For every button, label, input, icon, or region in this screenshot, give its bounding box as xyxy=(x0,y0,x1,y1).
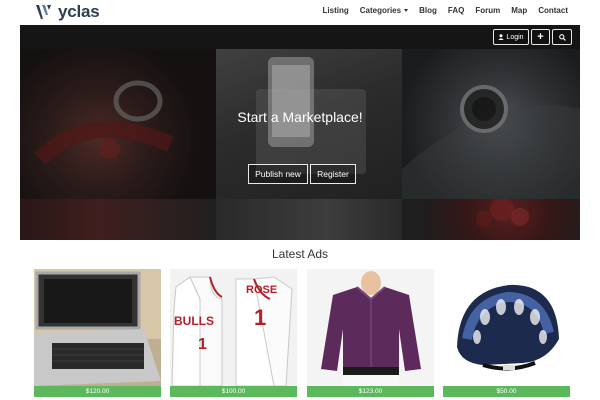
nav-listing[interactable]: Listing xyxy=(323,6,349,15)
top-navbar: yclas Listing Categories Blog FAQ Forum … xyxy=(0,0,600,24)
jersey-icon: BULLS 1 ROSE 1 xyxy=(170,269,297,386)
nav-categories-label: Categories xyxy=(359,6,402,15)
register-button[interactable]: Register xyxy=(310,164,356,184)
laptop-image xyxy=(34,269,161,386)
ad-card-shirt[interactable]: $123.00 xyxy=(307,269,434,397)
add-button[interactable]: + xyxy=(531,29,550,45)
nav-forum[interactable]: Forum xyxy=(475,6,500,15)
svg-text:ROSE: ROSE xyxy=(246,284,277,296)
helmet-icon xyxy=(443,269,570,386)
latest-ads-heading: Latest Ads xyxy=(271,247,329,261)
ad-card-helmet[interactable]: $50.00 xyxy=(443,269,570,397)
nav-contact[interactable]: Contact xyxy=(538,6,568,15)
user-icon xyxy=(498,34,505,40)
ad-price: $123.00 xyxy=(307,386,434,397)
ad-price: $100.00 xyxy=(170,386,297,397)
shirt-icon xyxy=(307,269,434,386)
laptop-icon xyxy=(34,269,161,386)
yclas-logo-icon xyxy=(36,5,51,19)
publish-new-button[interactable]: Publish new xyxy=(248,164,308,184)
nav-faq[interactable]: FAQ xyxy=(448,6,464,15)
shirt-image xyxy=(307,269,434,386)
hero-overlay xyxy=(20,25,580,240)
main-nav: Listing Categories Blog FAQ Forum Map Co… xyxy=(323,6,568,15)
svg-text:1: 1 xyxy=(254,305,266,330)
svg-text:1: 1 xyxy=(198,336,207,353)
nav-map[interactable]: Map xyxy=(511,6,527,15)
nav-categories[interactable]: Categories xyxy=(359,6,409,15)
chevron-down-icon xyxy=(404,9,409,13)
nav-blog[interactable]: Blog xyxy=(419,6,437,15)
ad-card-jersey[interactable]: BULLS 1 ROSE 1 $100.00 xyxy=(170,269,297,397)
brand-name: yclas xyxy=(58,2,100,21)
hero-banner: Login + Start a Marketplace! Publish new… xyxy=(20,25,580,240)
jersey-image: BULLS 1 ROSE 1 xyxy=(170,269,297,386)
plus-icon: + xyxy=(537,31,544,43)
hero-title: Start a Marketplace! xyxy=(237,109,363,125)
search-icon xyxy=(558,33,566,41)
ad-card-laptop[interactable]: $120.00 xyxy=(34,269,161,397)
login-button[interactable]: Login xyxy=(493,29,529,45)
svg-text:BULLS: BULLS xyxy=(174,314,214,328)
ad-price: $120.00 xyxy=(34,386,161,397)
login-label: Login xyxy=(506,33,524,41)
brand-logo[interactable]: yclas xyxy=(33,2,100,22)
helmet-image xyxy=(443,269,570,386)
ad-price: $50.00 xyxy=(443,386,570,397)
search-button[interactable] xyxy=(552,29,572,45)
